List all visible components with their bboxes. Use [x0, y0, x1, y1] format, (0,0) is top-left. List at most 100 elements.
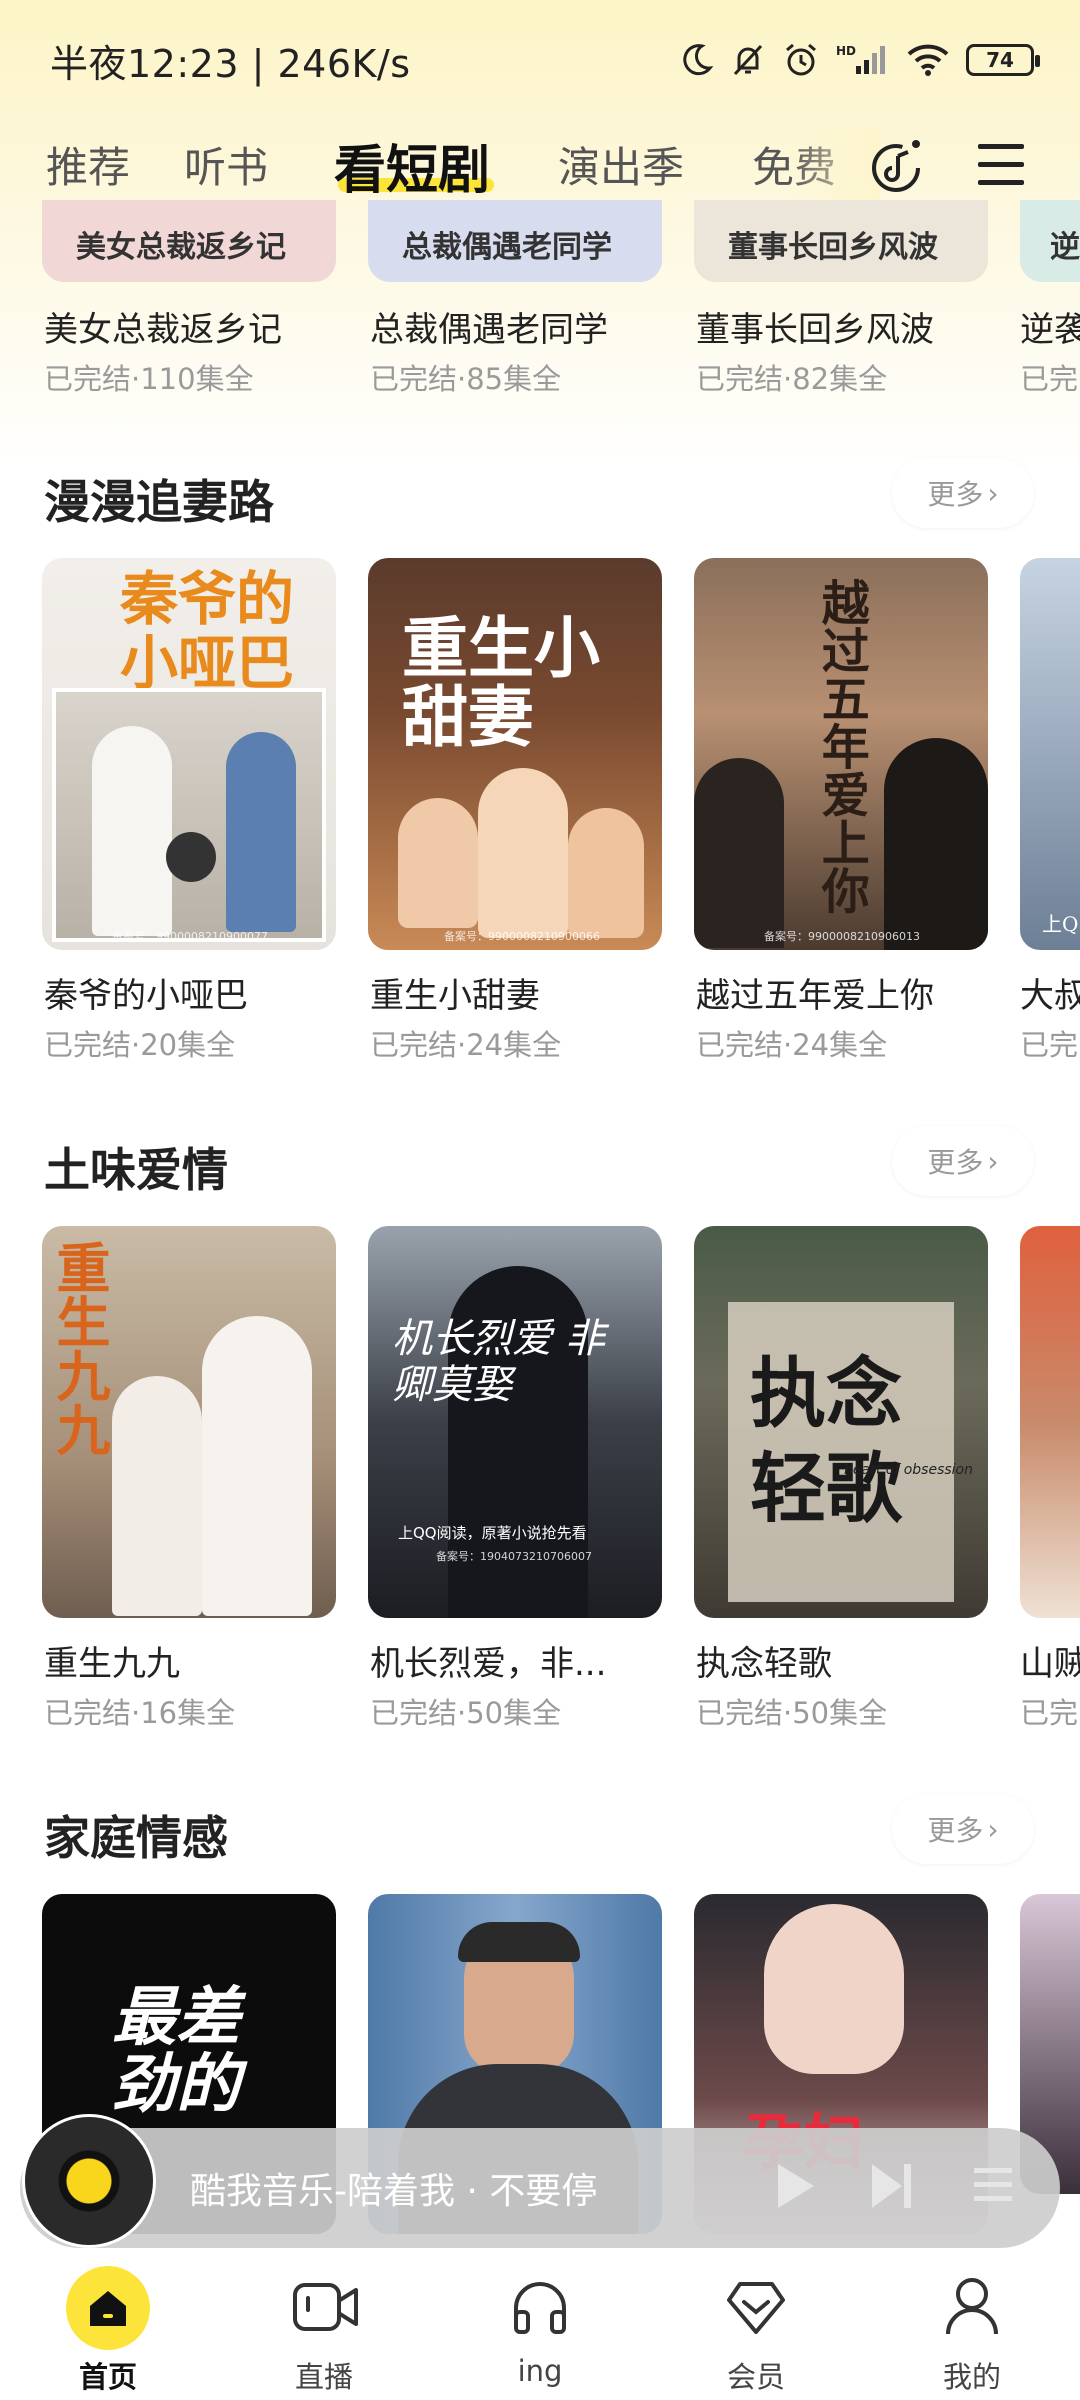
vinyl-disc-icon[interactable] [22, 2114, 156, 2248]
more-button[interactable]: 更多 › [892, 458, 1034, 528]
playlist-icon[interactable] [970, 2160, 1018, 2212]
drama-poster[interactable]: 重生小甜妻 备案号：9900008210900066 [368, 558, 662, 950]
drama-meta: 已完结·82集全 [696, 362, 888, 396]
section-title: 漫漫追妻路 [44, 475, 274, 529]
next-track-icon[interactable] [866, 2160, 918, 2212]
drama-meta: 已完 [1020, 1696, 1079, 1730]
drama-title[interactable]: 总裁偶遇老同学 [370, 302, 608, 351]
home-icon [90, 2291, 126, 2326]
tab-short-drama[interactable]: 看短剧 [334, 128, 490, 203]
wifi-icon [907, 44, 949, 76]
poster-title-art: 最差劲的 [112, 1980, 240, 2123]
drama-poster[interactable] [1020, 1226, 1080, 1618]
poster-banner[interactable]: 美女总裁返乡记 [42, 200, 336, 282]
drama-title[interactable]: 重生九九 [44, 1636, 180, 1685]
drama-poster[interactable]: 上Q [1020, 558, 1080, 950]
poster-title-art: 机长烈爱 非卿莫娶 [392, 1316, 605, 1408]
drama-poster[interactable]: 越过五年爱上你 备案号：9900008210906013 [694, 558, 988, 950]
moon-icon [683, 44, 714, 76]
battery-icon: 74 [966, 44, 1040, 76]
drama-meta: 已完结·50集全 [696, 1696, 888, 1730]
figure-center [478, 768, 568, 938]
figure-right [568, 808, 644, 938]
battery-level: 74 [986, 48, 1014, 72]
poster-banner[interactable]: 逆 [1020, 200, 1080, 282]
drama-title[interactable]: 重生小甜妻 [370, 968, 540, 1017]
poster-title-art: 上Q [1042, 912, 1079, 936]
poster-banner-text: 美女总裁返乡记 [76, 230, 286, 265]
headphones-icon [514, 2282, 566, 2334]
hair-figure [458, 1922, 580, 1962]
figure-man [884, 738, 988, 950]
bottom-nav: 首页 直播 ing 会员 我的 [0, 2250, 1080, 2400]
play-icon[interactable] [770, 2160, 818, 2212]
poster-note: 上QQ阅读，原著小说抢先看 [398, 1524, 587, 1542]
drama-meta: 已完结·50集全 [370, 1696, 562, 1730]
nav-profile[interactable]: 我的 [902, 2250, 1042, 2400]
drama-meta: 已完结·20集全 [44, 1028, 236, 1062]
drama-meta: 已完结·16集全 [44, 1696, 236, 1730]
more-label: 更多 [927, 478, 984, 511]
figure-woman [112, 1376, 202, 1616]
section-title: 土味爱情 [44, 1143, 228, 1197]
nav-live[interactable]: 直播 [254, 2250, 394, 2400]
poster-banner-text: 总裁偶遇老同学 [402, 230, 612, 265]
nav-home[interactable]: 首页 [38, 2250, 178, 2400]
drama-poster[interactable]: 机长烈爱 非卿莫娶 上QQ阅读，原著小说抢先看 备案号：190407321070… [368, 1226, 662, 1618]
drama-meta: 已完结·24集全 [370, 1028, 562, 1062]
drama-title[interactable]: 越过五年爱上你 [696, 968, 934, 1017]
chevron-right-icon: › [987, 1812, 999, 1846]
drama-meta: 已完结·85集全 [370, 362, 562, 396]
drama-title[interactable]: 董事长回乡风波 [696, 302, 934, 351]
dog-figure [166, 832, 216, 882]
drama-title[interactable]: 机长烈爱，非... [370, 1636, 606, 1685]
drama-title[interactable]: 秦爷的小哑巴 [44, 968, 248, 1017]
now-playing-text[interactable]: 酷我音乐-陪着我 · 不要停 [190, 2162, 597, 2214]
drama-poster[interactable]: 秦爷的小哑巴 备案号：9900008210900077 [42, 558, 336, 950]
status-icons: HD 74 [678, 41, 1040, 79]
more-button[interactable]: 更多 › [892, 1794, 1034, 1864]
record-number: 备案号：9900008210900066 [444, 930, 600, 943]
drama-poster[interactable]: 执念轻歌 heart of obsession [694, 1226, 988, 1618]
drama-title[interactable]: 逆袭 [1020, 302, 1080, 351]
poster-title-art: 秦爷的小哑巴 [120, 565, 295, 697]
record-number: 备案号：9900008210900077 [112, 930, 268, 943]
poster-banner[interactable]: 董事长回乡风波 [694, 200, 988, 282]
nav-label: ing [517, 2354, 563, 2388]
poster-banner[interactable]: 总裁偶遇老同学 [368, 200, 662, 282]
more-button[interactable]: 更多 › [892, 1126, 1034, 1196]
drama-title[interactable]: 大叔 [1020, 968, 1080, 1017]
figure-woman [694, 758, 784, 948]
poster-title-art: 重生九九 [47, 1240, 111, 1456]
figure-man [92, 726, 172, 936]
face-figure [764, 1904, 904, 2074]
more-label: 更多 [927, 1814, 984, 1847]
drama-meta: 已完结·110集全 [44, 362, 254, 396]
drama-title[interactable]: 美女总裁返乡记 [44, 302, 282, 351]
drama-meta: 已完 [1020, 362, 1079, 396]
nav-label: 首页 [78, 2360, 137, 2394]
drama-title[interactable]: 执念轻歌 [696, 1636, 832, 1685]
menu-icon[interactable] [976, 140, 1028, 190]
nav-label: 直播 [294, 2360, 353, 2394]
profile-icon [946, 2278, 998, 2335]
nav-ing[interactable]: ing [470, 2250, 610, 2400]
tab-recommend[interactable]: 推荐 [46, 134, 130, 195]
svg-text:HD: HD [836, 44, 856, 58]
drama-meta: 已完 [1020, 1028, 1079, 1062]
drama-poster[interactable]: 重生九九 [42, 1226, 336, 1618]
poster-title-art: 重生小甜妻 [402, 609, 600, 757]
poster-subtitle: heart of obsession [844, 1462, 973, 1478]
nav-label: 我的 [942, 2360, 1001, 2394]
poster-title-art: 执念轻歌 [750, 1349, 902, 1533]
chevron-right-icon: › [987, 476, 999, 510]
tab-shows[interactable]: 演出季 [558, 134, 684, 195]
record-number: 备案号：9900008210906013 [764, 930, 920, 943]
poster-title-art: 越过五年爱上你 [812, 578, 869, 914]
alarm-icon [786, 43, 816, 76]
tab-audiobook[interactable]: 听书 [184, 134, 268, 195]
listen-recognize-icon[interactable] [868, 130, 928, 200]
nav-vip[interactable]: 会员 [686, 2250, 826, 2400]
status-time: 半夜12:23 | 246K/s [50, 41, 411, 86]
drama-title[interactable]: 山贼 [1020, 1636, 1080, 1685]
